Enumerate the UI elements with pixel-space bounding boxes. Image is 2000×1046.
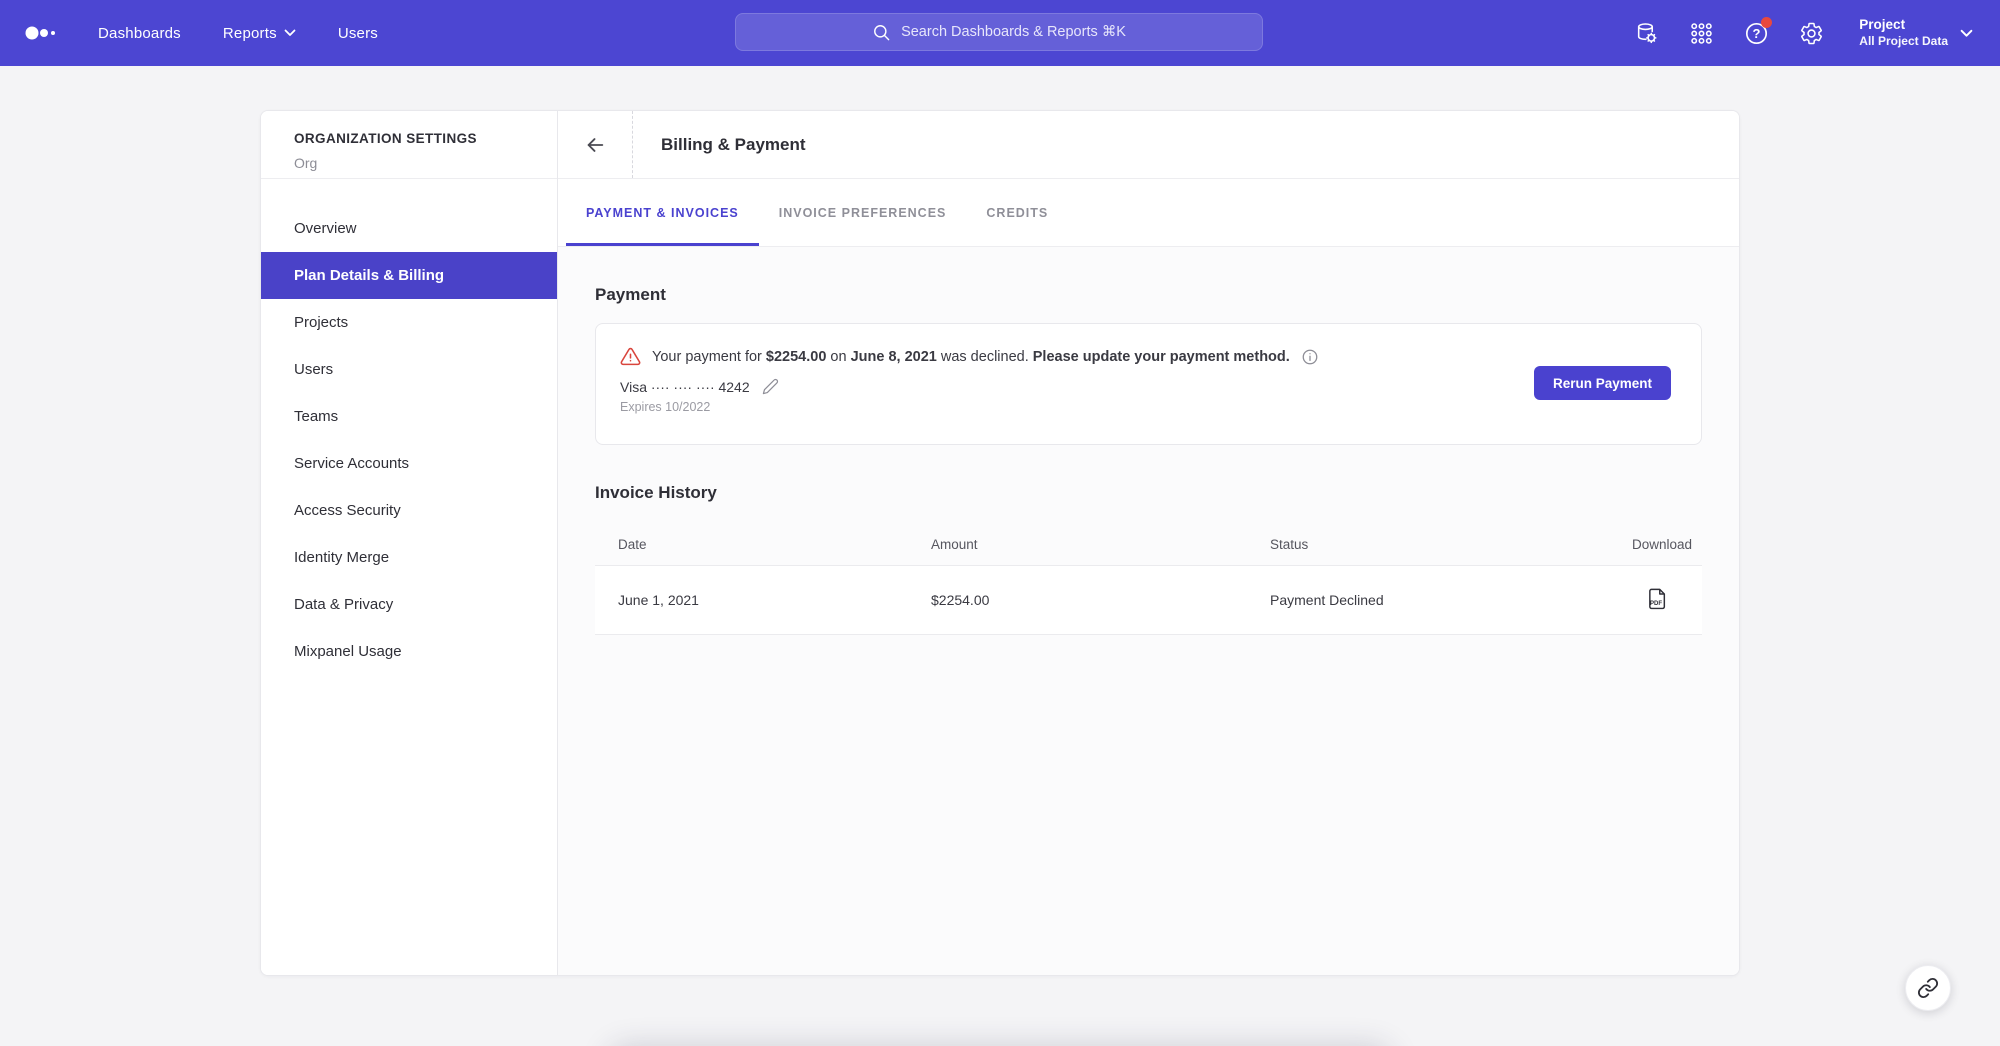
project-value: All Project Data [1859,34,1948,49]
invoice-amount: $2254.00 [931,592,1270,608]
sidebar-item-access-security[interactable]: Access Security [261,487,557,534]
alert-amount: $2254.00 [766,349,826,365]
billing-tabs: PAYMENT & INVOICES INVOICE PREFERENCES C… [558,179,1739,247]
edit-pencil-icon[interactable] [762,378,779,395]
link-icon [1917,977,1939,999]
card-masked-number: ···· ···· ···· 4242 [651,379,750,395]
project-selector[interactable]: Project All Project Data [1859,17,1973,49]
org-settings-sidebar: ORGANIZATION SETTINGS Org Overview Plan … [261,111,558,975]
pdf-file-icon: PDF [1646,587,1668,611]
alert-cta-text: Please update your payment method. [1033,349,1290,365]
sidebar-item-mixpanel-usage[interactable]: Mixpanel Usage [261,628,557,675]
settings-gear-icon[interactable] [1798,20,1824,46]
nav-item-users[interactable]: Users [338,25,378,42]
invoice-table: Date Amount Status Download June 1, 2021… [595,523,1702,635]
project-label: Project [1859,17,1948,34]
sidebar-item-projects[interactable]: Projects [261,299,557,346]
content-header: Billing & Payment [558,111,1739,179]
card-summary: Visa ···· ···· ···· 4242 [620,379,750,395]
tab-credits[interactable]: CREDITS [966,179,1068,246]
invoice-row: June 1, 2021 $2254.00 Payment Declined P… [595,565,1702,635]
arrow-left-icon [584,134,606,156]
alert-text-mid: on [826,349,850,365]
help-icon[interactable]: ? [1743,20,1769,46]
sidebar-item-users[interactable]: Users [261,346,557,393]
sidebar-header: ORGANIZATION SETTINGS Org [261,111,557,179]
payment-declined-alert: Your payment for $2254.00 on June 8, 202… [620,346,1677,367]
column-header-status: Status [1270,537,1609,552]
nav-item-label: Users [338,25,378,42]
column-header-amount: Amount [931,537,1270,552]
sidebar-items: Overview Plan Details & Billing Projects… [261,179,557,675]
alert-text-pre: Your payment for [652,349,766,365]
search-icon [872,23,891,42]
mixpanel-dots-icon [24,21,58,45]
payment-method-card: Your payment for $2254.00 on June 8, 202… [595,323,1702,445]
nav-item-dashboards[interactable]: Dashboards [98,25,181,42]
payment-section-title: Payment [595,285,1702,305]
sidebar-item-plan-details-billing[interactable]: Plan Details & Billing [261,252,557,299]
data-management-icon[interactable] [1633,20,1659,46]
apps-grid-icon[interactable] [1688,20,1714,46]
tab-payment-invoices[interactable]: PAYMENT & INVOICES [566,179,759,246]
sidebar-item-overview[interactable]: Overview [261,205,557,252]
sidebar-title: ORGANIZATION SETTINGS [294,131,557,146]
sidebar-item-service-accounts[interactable]: Service Accounts [261,440,557,487]
invoice-table-header: Date Amount Status Download [595,523,1702,565]
sidebar-item-identity-merge[interactable]: Identity Merge [261,534,557,581]
warning-triangle-icon [620,346,641,367]
mixpanel-logo[interactable] [24,21,58,45]
nav-right-icons: ? Project All Project Data [1633,17,1973,49]
card-on-file: Visa ···· ···· ···· 4242 [620,378,1677,395]
invoice-status: Payment Declined [1270,592,1609,608]
card-brand: Visa [620,379,647,395]
rerun-payment-button[interactable]: Rerun Payment [1534,366,1671,400]
column-header-date: Date [595,537,931,552]
back-button[interactable] [558,111,633,178]
invoice-history-title: Invoice History [595,483,1702,503]
top-navbar: Dashboards Reports Users Search Dashboar… [0,0,2000,66]
nav-item-reports[interactable]: Reports [223,25,296,42]
page-title: Billing & Payment [633,111,806,178]
nav-links: Dashboards Reports Users [98,25,378,42]
search-placeholder: Search Dashboards & Reports ⌘K [901,24,1126,40]
search-input[interactable]: Search Dashboards & Reports ⌘K [735,13,1263,51]
card-expiry: Expires 10/2022 [620,400,1677,414]
project-selector-text: Project All Project Data [1859,17,1948,49]
billing-content: Billing & Payment PAYMENT & INVOICES INV… [558,111,1739,975]
tab-invoice-preferences[interactable]: INVOICE PREFERENCES [759,179,967,246]
alert-date: June 8, 2021 [851,349,937,365]
alert-text-post: was declined. [937,349,1033,365]
chevron-down-icon [284,29,296,37]
org-name: Org [294,155,557,171]
chevron-down-icon [1960,29,1973,38]
nav-item-label: Dashboards [98,25,181,42]
notification-badge [1761,17,1772,28]
sidebar-item-teams[interactable]: Teams [261,393,557,440]
invoice-date: June 1, 2021 [595,592,931,608]
column-header-download: Download [1609,537,1702,552]
svg-text:?: ? [1752,25,1760,40]
info-icon[interactable] [1301,348,1319,366]
alert-text: Your payment for $2254.00 on June 8, 202… [652,349,1290,365]
svg-text:PDF: PDF [1650,600,1662,606]
settings-panel: ORGANIZATION SETTINGS Org Overview Plan … [260,110,1740,976]
sidebar-item-data-privacy[interactable]: Data & Privacy [261,581,557,628]
download-pdf-button[interactable]: PDF [1646,587,1668,611]
nav-item-label: Reports [223,25,277,42]
payment-invoices-panel: Payment Your payment for $2254.00 on Jun… [558,247,1739,975]
copy-link-button[interactable] [1905,965,1951,1011]
